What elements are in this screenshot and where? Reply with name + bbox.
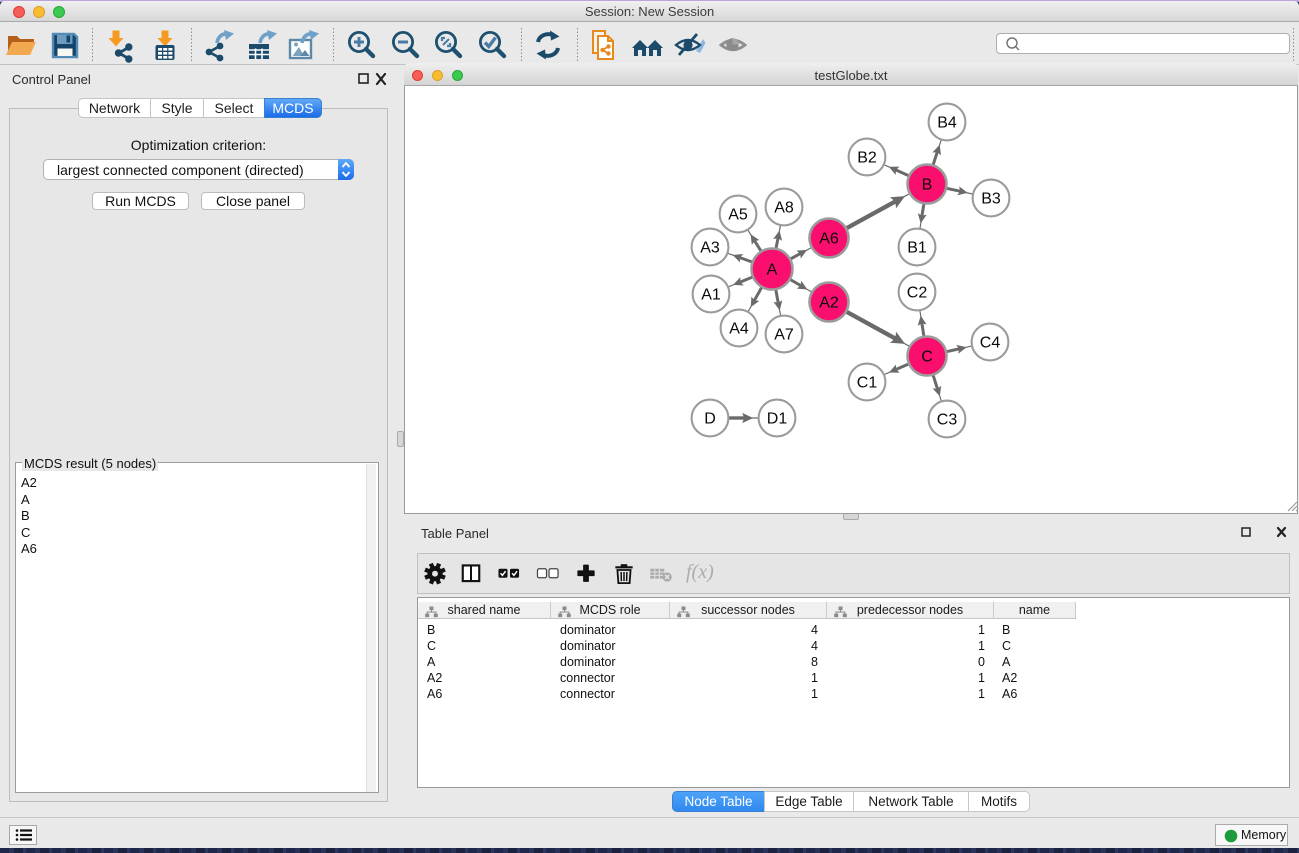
svg-text:A2: A2 xyxy=(819,295,839,312)
svg-text:C3: C3 xyxy=(937,412,958,429)
svg-text:D: D xyxy=(704,411,716,428)
svg-text:C2: C2 xyxy=(907,285,928,302)
svg-text:A4: A4 xyxy=(729,321,749,338)
svg-text:B4: B4 xyxy=(937,115,957,132)
svg-text:C1: C1 xyxy=(857,375,878,392)
svg-text:A: A xyxy=(767,262,778,279)
svg-text:B2: B2 xyxy=(857,150,877,167)
svg-text:A6: A6 xyxy=(819,231,839,248)
svg-text:A1: A1 xyxy=(701,287,721,304)
svg-text:C: C xyxy=(921,349,933,366)
svg-text:B3: B3 xyxy=(981,191,1001,208)
svg-text:A7: A7 xyxy=(774,327,794,344)
svg-text:C4: C4 xyxy=(980,335,1001,352)
svg-text:A3: A3 xyxy=(700,240,720,257)
svg-text:B: B xyxy=(922,177,933,194)
svg-text:D1: D1 xyxy=(767,411,788,428)
svg-text:A8: A8 xyxy=(774,200,794,217)
svg-text:B1: B1 xyxy=(907,240,927,257)
svg-text:A5: A5 xyxy=(728,207,748,224)
